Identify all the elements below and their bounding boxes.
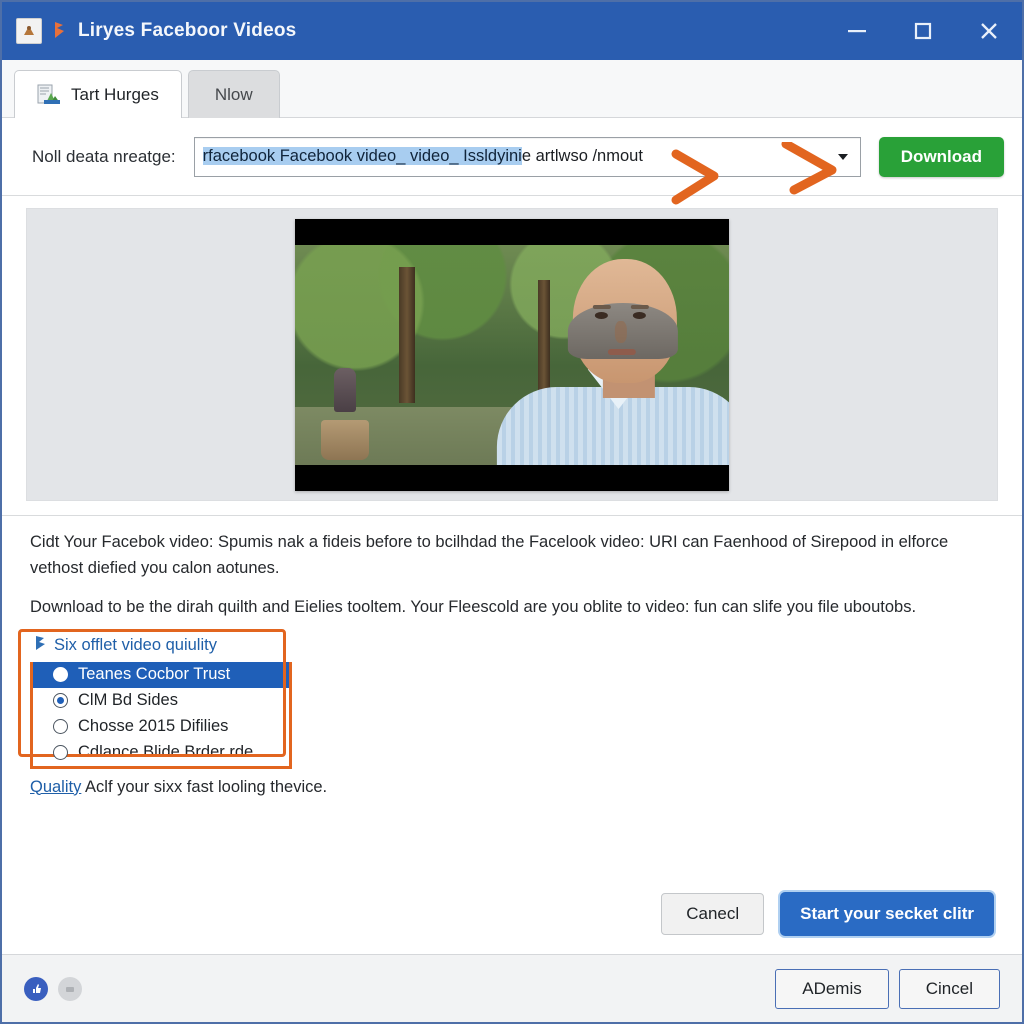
description-area: Cidt Your Facebok video: Spumis nak a fi… (2, 515, 1022, 954)
video-frame (295, 244, 729, 465)
eyebrow (630, 305, 649, 310)
start-button[interactable]: Start your secket clitr (780, 892, 994, 936)
quality-option-2[interactable]: Chosse 2015 Difilies (33, 714, 289, 740)
radio-icon[interactable] (53, 693, 68, 709)
quality-header: Six offlet video quiulity (30, 635, 292, 656)
video-preview-panel[interactable] (26, 208, 998, 501)
status-idle-icon[interactable] (58, 976, 82, 1001)
dialog-action-row: Canecl Start your secket clitr (661, 892, 994, 936)
mouth (607, 349, 636, 356)
description-paragraph-1: Cidt Your Facebok video: Spumis nak a fi… (30, 533, 949, 577)
maximize-icon[interactable] (890, 2, 956, 60)
tab-label: Nlow (214, 84, 253, 104)
radio-icon[interactable] (53, 667, 68, 683)
lightning-bolt-icon (34, 635, 47, 656)
eyebrow (592, 305, 611, 310)
description-paragraph-2: Download to be the dirah quilth and Eiel… (30, 598, 917, 617)
window-title: Liryes Faceboor Videos (78, 20, 297, 41)
quality-option-0[interactable]: Teanes Cocbor Trust (33, 661, 289, 688)
document-image-icon (37, 84, 61, 106)
facebook-brand-icon (52, 21, 67, 42)
video-subject (496, 259, 729, 465)
video-thumbnail[interactable] (295, 218, 729, 491)
ademis-button[interactable]: ADemis (775, 968, 889, 1009)
url-combobox[interactable]: rfacebook Facebook video_ video_ Issldyi… (193, 136, 861, 177)
quality-note-text: Aclf your sixx fast looling thevice. (81, 777, 328, 796)
download-button[interactable]: Download (878, 136, 1004, 177)
radio-icon[interactable] (53, 745, 68, 761)
tab-nlow[interactable]: Nlow (187, 70, 280, 118)
eye (632, 311, 646, 319)
minimize-icon[interactable] (824, 2, 890, 60)
close-icon[interactable] (956, 2, 1022, 60)
cincel-button[interactable]: Cincel (898, 968, 1000, 1009)
quality-option-3[interactable]: Cdlance Blide Brder rde (33, 740, 289, 766)
background-person (334, 367, 357, 412)
quality-option-label: Chosse 2015 Difilies (78, 717, 229, 736)
url-label: Noll deata nreatge: (32, 146, 176, 166)
quality-option-label: Cdlance Blide Brder rde (78, 743, 254, 762)
quality-option-label: ClM Bd Sides (78, 691, 178, 710)
quality-settings-group: Six offlet video quiulity Teanes Cocbor … (18, 628, 292, 769)
tree-trunk (399, 266, 416, 403)
url-selected-text: rfacebook Facebook video_ video_ Issldyi… (202, 147, 522, 165)
status-active-icon[interactable] (24, 976, 48, 1001)
url-input[interactable]: rfacebook Facebook video_ video_ Issldyi… (202, 147, 643, 166)
cancel-button[interactable]: Canecl (661, 893, 765, 935)
app-icon (16, 18, 42, 44)
url-input-row: Noll deata nreatge: rfacebook Facebook v… (2, 118, 1022, 196)
application-window: Liryes Faceboor Videos Tart Hurges Nlow … (0, 0, 1024, 1024)
chevron-down-icon[interactable] (837, 153, 848, 160)
quality-header-label: Six offlet video quiulity (54, 635, 217, 654)
title-bar: Liryes Faceboor Videos (2, 2, 1022, 60)
radio-icon[interactable] (53, 719, 68, 735)
tab-tart-hurges[interactable]: Tart Hurges (14, 70, 182, 118)
url-remaining-text: e artlwso /nmout (521, 147, 643, 165)
quality-link[interactable]: Quality (30, 778, 81, 796)
quality-option-1[interactable]: ClM Bd Sides (33, 688, 289, 714)
preview-wrapper (2, 196, 1022, 515)
quality-note: Quality Aclf your sixx fast looling thev… (30, 778, 994, 797)
tab-label: Tart Hurges (71, 84, 159, 104)
nose (615, 320, 628, 343)
quality-option-label: Teanes Cocbor Trust (78, 665, 231, 684)
status-bar: ADemis Cincel (2, 954, 1022, 1022)
quality-radio-list: Teanes Cocbor Trust ClM Bd Sides Chosse … (30, 661, 292, 769)
window-controls (824, 2, 1022, 60)
planter (321, 420, 370, 461)
tab-strip: Tart Hurges Nlow (2, 60, 1022, 118)
eye (595, 311, 609, 319)
